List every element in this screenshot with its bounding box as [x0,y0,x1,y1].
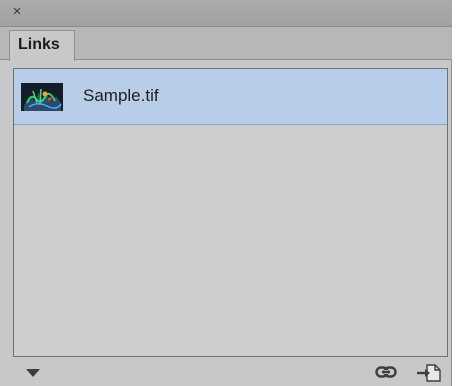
links-panel: × Links Sample.tif [0,0,452,386]
list-item[interactable]: Sample.tif [14,69,447,125]
link-filename: Sample.tif [83,86,159,105]
chain-link-icon[interactable] [375,365,397,379]
image-thumbnail-icon [21,83,63,111]
relink-document-icon[interactable] [416,362,442,382]
close-icon[interactable]: × [9,4,25,20]
panel-titlebar: × [0,0,452,27]
triangle-down-icon[interactable] [26,369,40,377]
panel-footer [0,358,452,386]
links-list: Sample.tif [13,68,448,357]
tab-links[interactable]: Links [9,30,75,61]
